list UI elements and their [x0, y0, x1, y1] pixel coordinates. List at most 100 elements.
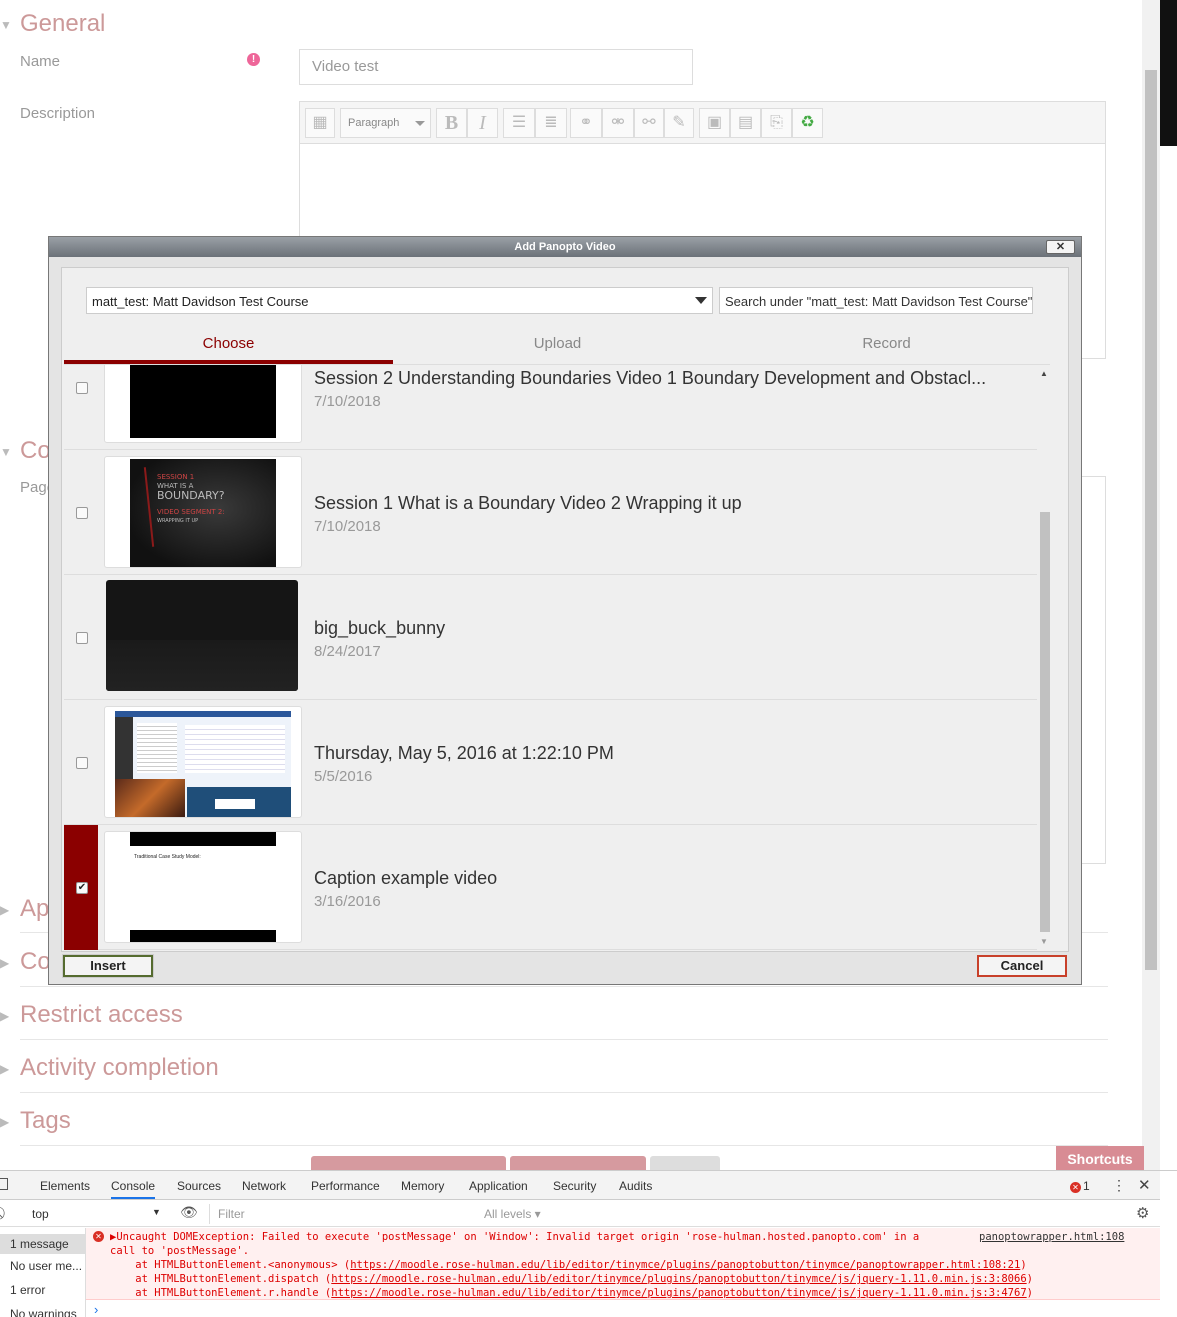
- list-item[interactable]: Session 2 Understanding Boundaries Video…: [64, 365, 1037, 450]
- video-list-scrollbar-thumb[interactable]: [1040, 512, 1050, 932]
- bold-button[interactable]: B: [436, 108, 467, 138]
- divider: [20, 1092, 1108, 1093]
- video-date: 5/5/2016: [314, 768, 373, 785]
- devtools-tab-performance[interactable]: Performance: [311, 1179, 380, 1193]
- numbered-list-icon[interactable]: ≣: [535, 108, 567, 138]
- devtools-tab-audits[interactable]: Audits: [619, 1179, 652, 1193]
- editor-toolbar: ▦ Paragraph B I ☰ ≣ ⚭ ⚮ ⚯ ✎ ▣ ▤ ⎘ ♻: [300, 102, 1105, 144]
- video-checkbox[interactable]: [76, 382, 88, 394]
- insert-button[interactable]: Insert: [62, 954, 154, 978]
- video-checkbox-checked[interactable]: ✔: [76, 882, 88, 894]
- divider: [20, 1039, 1108, 1040]
- panopto-icon[interactable]: ♻: [792, 108, 823, 138]
- devtools-tab-memory[interactable]: Memory: [401, 1179, 444, 1193]
- list-item-selected[interactable]: ✔ Traditional Case Study Model: Caption …: [64, 825, 1037, 950]
- inspect-element-icon[interactable]: [0, 1178, 8, 1190]
- name-input[interactable]: Video test: [299, 49, 693, 85]
- divider: [20, 1145, 1108, 1146]
- devtools-tab-application[interactable]: Application: [469, 1179, 528, 1193]
- console-error-message[interactable]: ✕ ▶Uncaught DOMException: Failed to exec…: [86, 1228, 1160, 1300]
- shortcuts-button[interactable]: Shortcuts: [1056, 1146, 1144, 1172]
- scroll-down-icon[interactable]: ▼: [1040, 937, 1048, 946]
- section-content-title: Co: [20, 437, 51, 464]
- chevron-down-icon[interactable]: ▼: [152, 1207, 161, 1217]
- paste-icon[interactable]: ⎘: [761, 108, 792, 138]
- devtools-tab-network[interactable]: Network: [242, 1179, 286, 1193]
- devtools-tab-elements[interactable]: Elements: [40, 1179, 90, 1193]
- stack-frame-text: at HTMLButtonElement.r.handle (: [110, 1287, 332, 1299]
- list-item[interactable]: big_buck_bunny 8/24/2017: [64, 575, 1037, 700]
- error-line: call to 'postMessage'.: [110, 1245, 250, 1257]
- toolbar-toggle-icon[interactable]: ▦: [305, 108, 335, 138]
- pencil-icon[interactable]: ✎: [664, 108, 694, 138]
- section-activity-completion[interactable]: ▶ Activity completion: [0, 1054, 219, 1082]
- video-title: big_buck_bunny: [314, 618, 446, 638]
- cancel-button[interactable]: Cancel: [977, 955, 1067, 977]
- video-checkbox[interactable]: [76, 757, 88, 769]
- scroll-up-icon[interactable]: ▲: [1040, 369, 1048, 378]
- search-input[interactable]: Search under "matt_test: Matt Davidson T…: [719, 287, 1033, 314]
- dialog-content: matt_test: Matt Davidson Test Course Sea…: [61, 267, 1069, 952]
- section-common[interactable]: ▶ Co: [0, 948, 51, 976]
- list-item[interactable]: SESSION 1 WHAT IS A BOUNDARY? VIDEO SEGM…: [64, 450, 1037, 575]
- section-content[interactable]: ▼ Co: [0, 437, 51, 465]
- stack-frame-text: at HTMLButtonElement.dispatch (: [110, 1273, 332, 1285]
- collapse-caret-icon: ▼: [0, 444, 12, 459]
- sidebar-item-user-messages[interactable]: No user me...: [10, 1259, 82, 1273]
- video-checkbox[interactable]: [76, 507, 88, 519]
- folder-select-value: matt_test: Matt Davidson Test Course: [92, 294, 309, 309]
- image-icon[interactable]: ▣: [699, 108, 730, 138]
- list-item[interactable]: Thursday, May 5, 2016 at 1:22:10 PM 5/5/…: [64, 700, 1037, 825]
- window-edge: [1160, 0, 1177, 146]
- video-list-scrollbar[interactable]: ▲ ▼: [1038, 365, 1050, 950]
- section-appearance[interactable]: ▶ Ap: [0, 895, 49, 923]
- video-checkbox[interactable]: [76, 632, 88, 644]
- section-restrict-access[interactable]: ▶ Restrict access: [0, 1001, 183, 1029]
- expand-caret-icon: ▶: [0, 1114, 10, 1129]
- media-icon[interactable]: ▤: [730, 108, 761, 138]
- error-source-link[interactable]: panoptowrapper.html:108: [979, 1231, 1124, 1243]
- thumb-caption: Traditional Case Study Model:: [134, 854, 201, 860]
- unlink-icon[interactable]: ⚮: [602, 108, 634, 138]
- sidebar-item-errors[interactable]: 1 error: [10, 1283, 45, 1297]
- stack-frame-link[interactable]: https://moodle.rose-hulman.edu/lib/edito…: [331, 1287, 1026, 1299]
- dialog-close-button[interactable]: ✕: [1046, 240, 1075, 254]
- section-general[interactable]: ▼ General: [0, 10, 105, 38]
- video-title: Session 1 What is a Boundary Video 2 Wra…: [314, 493, 742, 513]
- tab-choose[interactable]: Choose: [64, 330, 393, 364]
- error-count: 1: [1083, 1179, 1090, 1193]
- divider: [20, 986, 1108, 987]
- sidebar-item-messages[interactable]: 1 message: [0, 1234, 86, 1254]
- link-icon[interactable]: ⚭: [570, 108, 602, 138]
- tab-upload[interactable]: Upload: [393, 330, 722, 364]
- levels-select[interactable]: All levels ▾: [484, 1207, 541, 1221]
- gear-icon[interactable]: ⚙: [1136, 1204, 1149, 1222]
- italic-button[interactable]: I: [467, 108, 498, 138]
- console-prompt[interactable]: ›: [94, 1302, 98, 1317]
- devtools-tab-security[interactable]: Security: [553, 1179, 596, 1193]
- eye-icon[interactable]: 👁: [180, 1204, 198, 1221]
- bullet-list-icon[interactable]: ☰: [503, 108, 535, 138]
- devtools-tab-sources[interactable]: Sources: [177, 1179, 221, 1193]
- paragraph-select[interactable]: Paragraph: [340, 108, 431, 138]
- video-title: Caption example video: [314, 868, 498, 888]
- page-scrollbar[interactable]: [1142, 0, 1160, 1170]
- tab-record[interactable]: Record: [722, 330, 1051, 364]
- video-thumbnail: [106, 580, 298, 691]
- stack-frame-link[interactable]: https://moodle.rose-hulman.edu/lib/edito…: [331, 1273, 1026, 1285]
- section-tags[interactable]: ▶ Tags: [0, 1107, 71, 1135]
- sidebar-item-warnings[interactable]: No warnings: [10, 1307, 77, 1317]
- context-select[interactable]: top: [32, 1207, 49, 1221]
- stack-frame-link[interactable]: https://moodle.rose-hulman.edu/lib/edito…: [350, 1259, 1020, 1271]
- stack-frame: at HTMLButtonElement.r.handle (https://m…: [110, 1287, 1033, 1299]
- collapse-caret-icon: ▼: [0, 17, 12, 32]
- page-scrollbar-thumb[interactable]: [1145, 70, 1157, 970]
- devtools-tab-console[interactable]: Console: [111, 1179, 156, 1199]
- more-options-icon[interactable]: ⋮: [1112, 1177, 1126, 1194]
- error-count-badge[interactable]: ✕ 1: [1070, 1179, 1090, 1193]
- folder-select[interactable]: matt_test: Matt Davidson Test Course: [86, 287, 713, 314]
- anchor-icon[interactable]: ⚯: [634, 108, 664, 138]
- filter-input[interactable]: Filter: [209, 1204, 475, 1224]
- chevron-down-icon: [415, 121, 425, 126]
- close-icon[interactable]: ✕: [1138, 1176, 1151, 1194]
